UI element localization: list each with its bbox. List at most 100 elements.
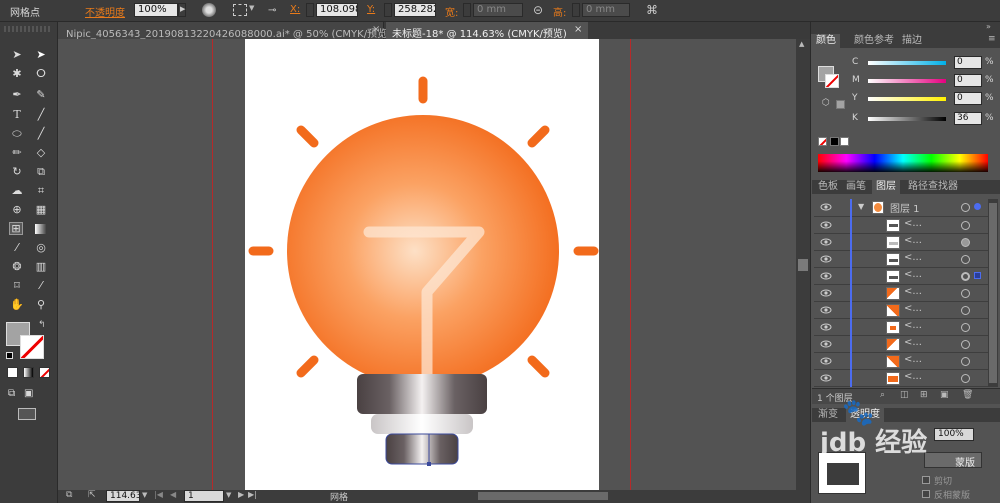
width-stepper[interactable] (463, 3, 471, 17)
status-icon[interactable]: ⧉ (66, 490, 72, 500)
hand-tool-icon[interactable]: ✋ (10, 298, 24, 311)
layers-scrollbar-thumb[interactable] (989, 203, 997, 383)
layers-scrollbar[interactable] (988, 199, 998, 387)
tab-brushes[interactable]: 画笔 (842, 180, 870, 194)
rotate-tool-icon[interactable]: ↻ (10, 165, 24, 178)
dock-top-strip[interactable]: » (811, 22, 1000, 34)
visibility-eye-icon[interactable] (820, 373, 832, 383)
cyan-slider[interactable] (868, 61, 946, 65)
sublayer-row[interactable]: <... (814, 319, 988, 336)
expand-triangle-icon[interactable]: ▼ (858, 202, 864, 211)
y-input[interactable]: 258.282 (394, 3, 436, 17)
visibility-eye-icon[interactable] (820, 202, 832, 212)
visibility-eye-icon[interactable] (820, 305, 832, 315)
align-anchor-icon[interactable]: ⊸ (268, 5, 276, 16)
width-input[interactable]: 0 mm (473, 3, 523, 17)
clip-checkbox[interactable] (922, 476, 930, 484)
mesh-tool-icon[interactable]: ⊞ (9, 222, 23, 235)
zoom-dropdown-icon[interactable]: ▼ (142, 491, 147, 499)
gradient-mode-icon[interactable] (23, 367, 34, 378)
magic-wand-tool-icon[interactable]: ✱ (10, 67, 24, 80)
sublayer-row[interactable]: <... (814, 302, 988, 319)
page-input[interactable]: 1 (184, 490, 224, 502)
selection-indicator[interactable] (974, 272, 981, 279)
scale-tool-icon[interactable]: ⧉ (34, 165, 48, 178)
free-transform-tool-icon[interactable]: ⌗ (34, 184, 48, 197)
yellow-value[interactable]: 0 (954, 92, 982, 105)
canvas-area[interactable] (58, 39, 796, 490)
yellow-slider[interactable] (868, 97, 946, 101)
target-circle-icon[interactable] (961, 340, 970, 349)
bulb-cap[interactable] (357, 374, 487, 414)
tools-panel-grip[interactable] (4, 26, 52, 32)
column-graph-tool-icon[interactable]: ▥ (34, 260, 48, 273)
direct-selection-tool-icon[interactable]: ➤ (34, 48, 48, 61)
open-doc-icon[interactable]: ⇱ (88, 490, 96, 500)
collapse-dock-icon[interactable]: » (986, 22, 991, 31)
visibility-eye-icon[interactable] (820, 356, 832, 366)
constrain-proportions-icon[interactable]: ⊝ (533, 3, 543, 17)
layer-name[interactable]: 图层 1 (890, 200, 920, 215)
sublayer-row[interactable]: <... (814, 336, 988, 353)
paintbrush-tool-icon[interactable]: ╱ (34, 127, 48, 140)
tab-swatches[interactable]: 色板 (814, 180, 842, 194)
page-dropdown-icon[interactable]: ▼ (226, 491, 231, 499)
sublayer-label[interactable]: <... (904, 354, 922, 365)
opacity-dropdown-button[interactable]: ▶ (178, 3, 186, 17)
white-swatch[interactable] (840, 137, 849, 146)
color-stroke-swatch[interactable] (825, 74, 839, 88)
sublayer-row[interactable]: <... (814, 251, 988, 268)
doc-tab-nipic[interactable]: Nipic_4056343_20190813220426088000.ai* @… (58, 22, 391, 40)
visibility-eye-icon[interactable] (820, 220, 832, 230)
cyan-value[interactable]: 0 (954, 56, 982, 69)
color-last-swatch[interactable] (836, 100, 845, 109)
sublayer-label[interactable]: <... (904, 320, 922, 331)
magenta-slider[interactable] (868, 79, 946, 83)
recolor-icon[interactable] (202, 3, 216, 17)
blend-tool-icon[interactable]: ◎ (34, 241, 48, 254)
sublayer-row[interactable]: <... (814, 234, 988, 251)
sublayer-label[interactable]: <... (904, 337, 922, 348)
horizontal-scrollbar[interactable] (478, 492, 608, 500)
sublayer-label[interactable]: <... (904, 371, 922, 382)
target-circle-icon[interactable] (961, 323, 970, 332)
out-of-gamut-icon[interactable]: ⬡ (822, 98, 830, 108)
sublayer-row[interactable]: <... (814, 285, 988, 302)
black-slider[interactable] (868, 117, 946, 121)
sublayer-row[interactable]: <... (814, 353, 988, 370)
none-mode-icon[interactable] (39, 367, 50, 378)
sublayer-label[interactable]: <... (904, 303, 922, 314)
sublayer-label[interactable]: <... (904, 269, 922, 280)
last-page-icon[interactable]: ▶| (248, 490, 257, 499)
target-circle-icon[interactable] (961, 203, 970, 212)
height-stepper[interactable] (572, 3, 580, 17)
type-tool-icon[interactable]: T (10, 108, 24, 121)
gradient-tool-icon[interactable] (34, 222, 48, 235)
close-icon[interactable]: × (574, 24, 582, 35)
doc-tab-untitled[interactable]: 未标题-18* @ 114.63% (CMYK/预览) × (386, 22, 588, 40)
black-value[interactable]: 36 (954, 112, 982, 125)
perspective-grid-tool-icon[interactable]: ▦ (34, 203, 48, 216)
target-circle-icon[interactable] (961, 272, 970, 281)
visibility-eye-icon[interactable] (820, 322, 832, 332)
shape-builder-tool-icon[interactable]: ⊕ (10, 203, 24, 216)
artboard-tool-icon[interactable]: ⌑ (10, 279, 24, 292)
ellipse-tool-icon[interactable]: ⬭ (10, 127, 24, 140)
none-swatch[interactable] (818, 137, 827, 146)
panel-menu-icon[interactable]: ≡ (988, 34, 996, 44)
visibility-eye-icon[interactable] (820, 271, 832, 281)
x-input[interactable]: 108.098 (316, 3, 358, 17)
invert-mask-checkbox[interactable] (922, 490, 930, 498)
default-fill-stroke-icon[interactable] (6, 352, 13, 359)
vertical-scrollbar[interactable]: ▲ (796, 39, 810, 490)
sublayer-label[interactable]: <... (904, 252, 922, 263)
pencil-tool-icon[interactable]: ✏ (10, 146, 24, 159)
scroll-up-icon[interactable]: ▲ (799, 40, 804, 48)
line-tool-icon[interactable]: ╱ (34, 108, 48, 121)
color-spectrum-bar[interactable] (818, 154, 988, 172)
tab-pathfinder[interactable]: 路径查找器 (904, 180, 962, 194)
tab-stroke[interactable]: 描边 (898, 34, 926, 48)
close-icon[interactable]: × (372, 24, 380, 35)
lasso-tool-icon[interactable]: ⵔ (34, 67, 48, 80)
layer-row-parent[interactable]: ▼ 图层 1 (814, 199, 988, 217)
